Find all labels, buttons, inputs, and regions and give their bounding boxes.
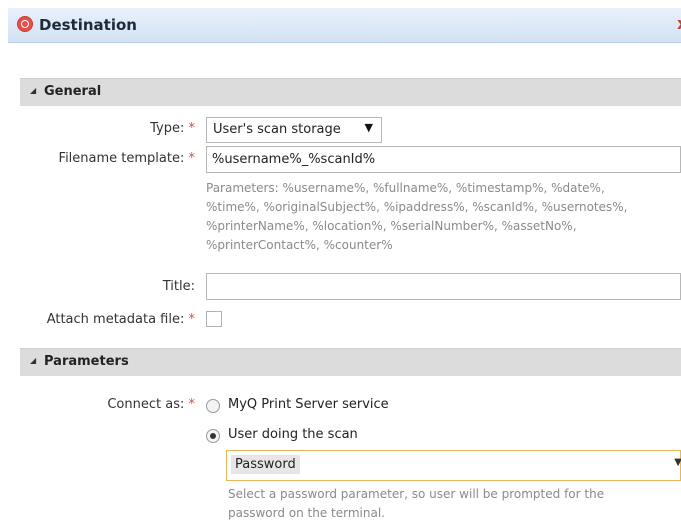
type-select[interactable]: User's scan storage ▼ xyxy=(206,117,382,143)
title-input[interactable] xyxy=(206,273,681,300)
close-icon[interactable]: x xyxy=(677,14,681,34)
title-label: Title: xyxy=(162,279,195,294)
caret-down-icon: ▼ xyxy=(364,121,373,134)
destination-target-icon xyxy=(17,16,33,32)
password-help-text: Select a password parameter, so user wil… xyxy=(228,487,605,520)
parameters-help-text: Parameters: %username%, %fullname%, %tim… xyxy=(206,181,628,252)
radio-user-scan-label[interactable]: User doing the scan xyxy=(228,427,358,442)
window-title: Destination xyxy=(39,16,137,34)
connect-as-label: Connect as: * xyxy=(107,397,195,412)
password-parameter-select[interactable]: Password ▼ xyxy=(226,450,681,481)
caret-down-icon: ▼ xyxy=(674,457,681,468)
section-general-header[interactable]: ◢ General xyxy=(20,78,681,106)
triangle-collapse-icon[interactable]: ◢ xyxy=(30,86,36,95)
attach-metadata-label: Attach metadata file: * xyxy=(46,312,195,327)
password-select-value: Password xyxy=(231,455,300,474)
attach-metadata-checkbox[interactable] xyxy=(206,311,222,327)
type-select-value: User's scan storage xyxy=(213,122,341,137)
section-general-title: General xyxy=(44,84,102,99)
radio-myq-service[interactable] xyxy=(206,399,220,413)
type-label: Type: * xyxy=(150,121,195,136)
triangle-collapse-icon[interactable]: ◢ xyxy=(30,356,36,365)
radio-myq-service-label[interactable]: MyQ Print Server service xyxy=(228,397,389,412)
section-parameters-header[interactable]: ◢ Parameters xyxy=(20,348,681,376)
radio-user-scan[interactable] xyxy=(206,429,220,443)
filename-template-label: Filename template: * xyxy=(58,151,195,166)
window-titlebar: Destination x xyxy=(8,8,681,43)
section-parameters-title: Parameters xyxy=(44,354,129,369)
filename-template-input[interactable]: %username%_%scanId% xyxy=(206,146,681,173)
